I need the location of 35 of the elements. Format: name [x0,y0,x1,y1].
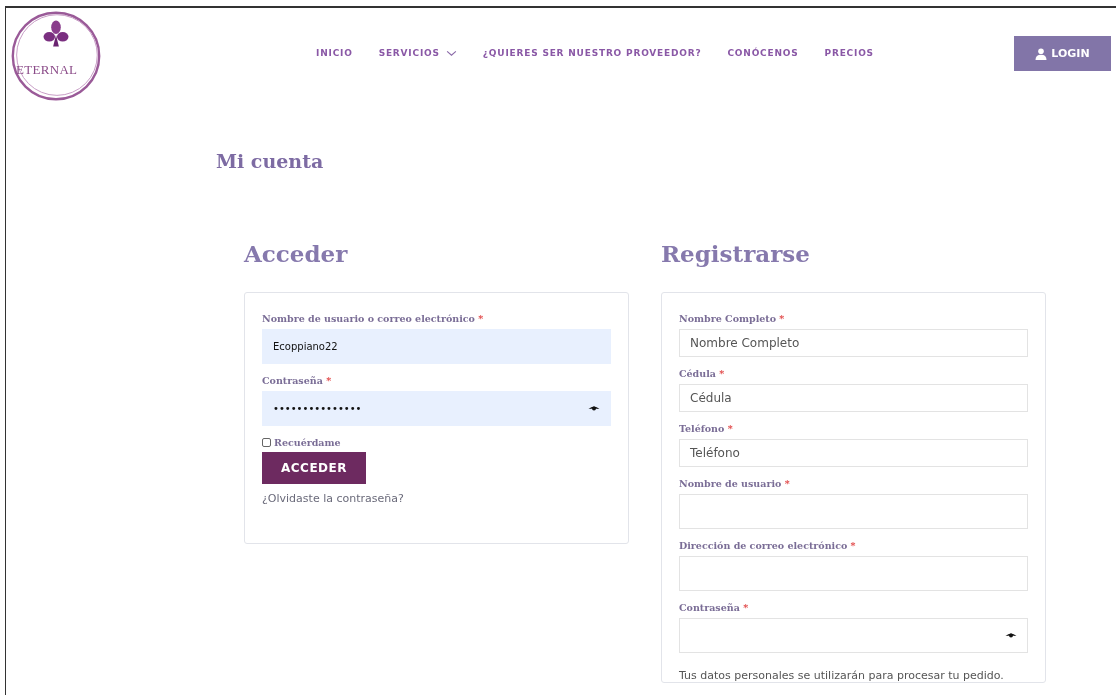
field-label: Nombre de usuario * [679,478,791,489]
input-field[interactable]: Ecoppiano22 [262,329,611,364]
nav-link[interactable]: SERVICIOS [378,48,457,58]
field-label: Nombre de usuario o correo electrónico * [262,313,485,324]
field-label: Nombre Completo * [679,313,786,324]
chevron-down-icon [445,49,457,57]
field-label: Teléfono * [679,423,734,434]
logo-text: ETERNAL [16,62,78,78]
input-field[interactable]: Teléfono [679,439,1028,467]
input-field[interactable] [679,618,1028,653]
checkbox-label: Recuérdame [274,437,341,448]
eye-icon[interactable] [588,405,600,412]
field-label: Cédula * [679,368,726,379]
page-title: Mi cuenta [216,150,325,172]
section-title: Acceder [244,240,349,269]
input-field[interactable]: ••••••••••••••• [262,391,611,426]
field-label: Contraseña * [262,375,333,386]
checkbox[interactable] [262,438,271,447]
nav-link[interactable]: ¿QUIERES SER NUESTRO PROVEEDOR? [482,48,702,58]
nav-link[interactable]: PRECIOS [824,48,874,58]
field-label: Contraseña * [679,602,750,613]
input-field[interactable]: Nombre Completo [679,329,1028,357]
input-field[interactable] [679,556,1028,591]
login-button[interactable]: LOGIN [1014,36,1111,71]
field-label: Dirección de correo electrónico * [679,540,857,551]
submit-button[interactable]: ACCEDER [262,452,366,484]
input-field[interactable] [679,494,1028,529]
user-icon [1035,47,1048,60]
input-field[interactable]: Cédula [679,384,1028,412]
eye-icon[interactable] [1005,632,1017,639]
nav-link[interactable]: INICIO [316,48,353,58]
privacy-text: Tus datos personales se utilizarán para procesar tu pedido. [679,669,1005,682]
forgot-password-link[interactable]: ¿Olvidaste la contraseña? [262,492,611,505]
nav-link[interactable]: CONÓCENOS [727,48,799,58]
section-title: Registrarse [661,240,811,269]
